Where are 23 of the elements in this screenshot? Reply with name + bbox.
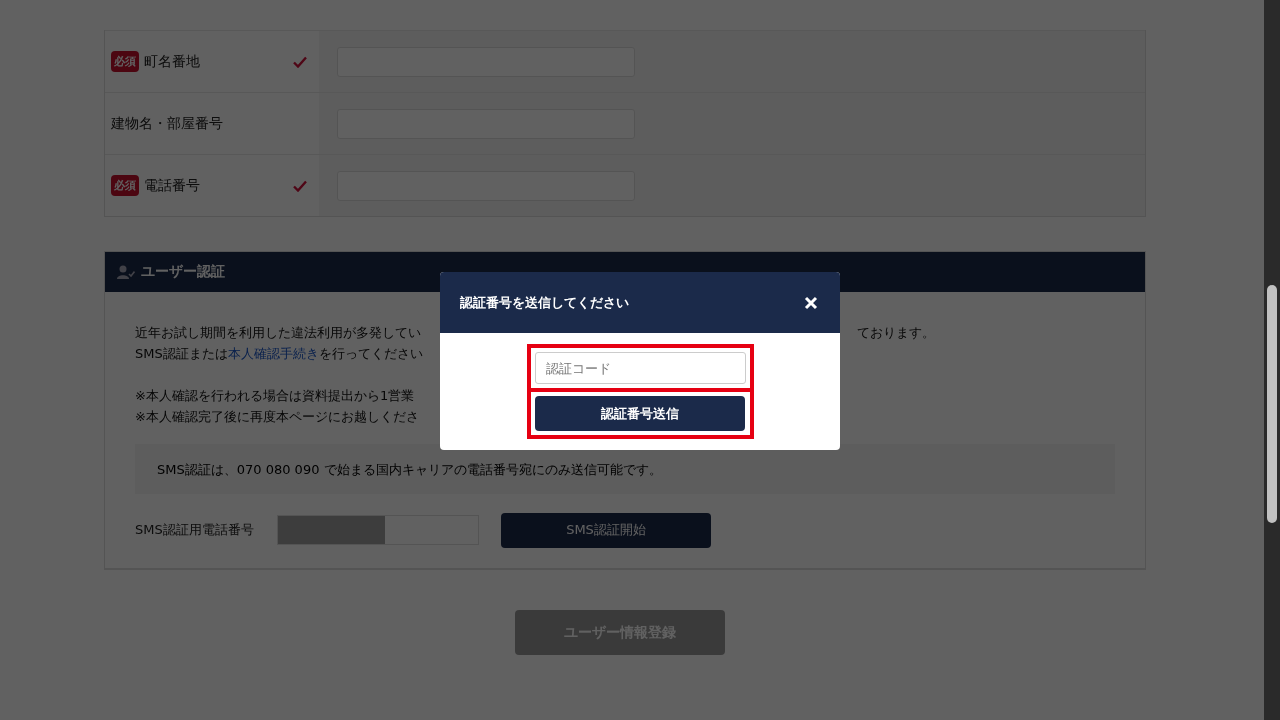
required-badge: 必須	[111, 51, 139, 72]
paragraph-text: ※本人確認を行われる場合は資料提出から1営業	[135, 387, 415, 405]
section-title: ユーザー認証	[141, 263, 225, 281]
required-badge: 必須	[111, 175, 139, 196]
send-code-button[interactable]: 認証番号送信	[534, 396, 745, 431]
paragraph-text: ※本人確認完了後に再度本ページにお越しくださ	[135, 408, 419, 426]
paragraph-text: SMS認証または本人確認手続き を行ってください	[135, 345, 423, 363]
field-label: SMS認証用電話番号	[135, 521, 255, 539]
paragraph-text: 近年お試し期間を利用した違法利用が多発してい	[135, 324, 421, 342]
field-label: 電話番号	[144, 176, 200, 195]
field-label: 町名番地	[144, 52, 200, 71]
scrollbar[interactable]	[1264, 0, 1280, 720]
modal-title: 認証番号を送信してください	[460, 293, 629, 312]
sms-start-button[interactable]: SMS認証開始	[501, 512, 711, 548]
link[interactable]: 本人確認手続き	[227, 346, 319, 361]
user-check-icon	[117, 265, 135, 279]
phone-input[interactable]	[277, 515, 479, 545]
field-label: 建物名・部屋番号	[111, 114, 223, 133]
paragraph-text: ております。	[857, 324, 935, 342]
notice-text: SMS認証は、070 080 090 で始まる国内キャリアの電話番号宛にのみ送信可能です。	[157, 462, 662, 477]
code-input[interactable]: 認証コード	[534, 352, 746, 384]
scrollbar-thumb[interactable]	[1267, 285, 1277, 523]
close-icon	[804, 295, 818, 310]
